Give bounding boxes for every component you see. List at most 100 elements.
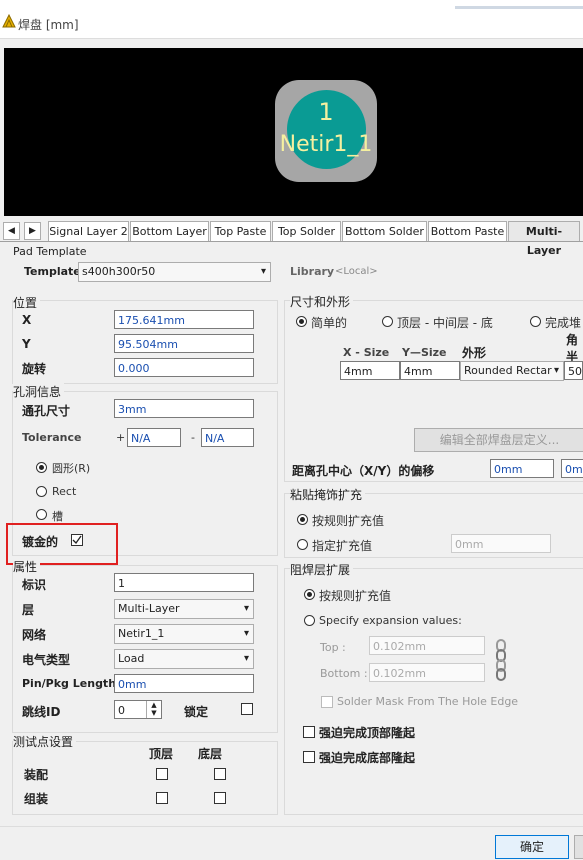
hole-round-radio[interactable] xyxy=(36,462,47,473)
shape-header: 外形 xyxy=(462,346,487,360)
fab-top-checkbox[interactable] xyxy=(156,792,168,804)
designator-label: 标识 xyxy=(22,578,47,592)
solder-specify-radio[interactable] xyxy=(304,615,315,626)
hole-slot-radio[interactable] xyxy=(36,509,47,520)
fab-bottom-checkbox[interactable] xyxy=(214,792,226,804)
solder-top-input[interactable]: 0.102mm xyxy=(369,636,485,655)
tolerance-minus-input[interactable]: N/A xyxy=(201,428,254,447)
chevron-down-icon: ▾ xyxy=(260,266,266,277)
spinner-arrows-icon[interactable]: ▲ ▼ xyxy=(146,701,161,718)
solder-rule-radio[interactable] xyxy=(304,589,315,600)
solder-rule-label: 按规则扩充值 xyxy=(319,589,392,603)
shape-full-label: 完成堆 xyxy=(545,316,582,330)
tab-bottom-solder[interactable]: Bottom Solder xyxy=(342,221,427,241)
library-label: Library xyxy=(290,265,335,278)
shape-simple-label: 简单的 xyxy=(311,316,348,330)
offset-y-input[interactable]: 0mm xyxy=(561,459,583,478)
tolerance-plus-sign: + xyxy=(116,431,126,444)
designator-input[interactable]: 1 xyxy=(114,573,254,592)
hole-group-label: 孔洞信息 xyxy=(13,383,65,400)
paste-rule-radio[interactable] xyxy=(297,514,308,525)
tolerance-plus-input[interactable]: N/A xyxy=(127,428,181,447)
pad-number: 1 xyxy=(318,98,334,126)
lock-label: 锁定 xyxy=(184,705,209,719)
hole-round-label: 圆形(R) xyxy=(52,462,91,475)
solder-specify-label: Specify expansion values: xyxy=(319,614,462,627)
chevron-down-icon: ▾ xyxy=(243,603,249,614)
assembly-bottom-checkbox[interactable] xyxy=(214,768,226,780)
chevron-down-icon: ▾ xyxy=(243,653,249,664)
tab-bottom-layer[interactable]: Bottom Layer xyxy=(130,221,209,241)
shape-simple-radio[interactable] xyxy=(296,316,307,327)
paste-value-input[interactable]: 0mm xyxy=(451,534,551,553)
chain-link-icon[interactable] xyxy=(495,639,507,681)
tab-signal-layer-2[interactable]: Signal Layer 2 xyxy=(48,221,129,241)
solder-bottom-input[interactable]: 0.102mm xyxy=(369,663,485,682)
ok-button[interactable]: 确定 xyxy=(495,835,569,859)
size-shape-group-label: 尺寸和外形 xyxy=(290,293,354,310)
testpoint-bottom-header: 底层 xyxy=(198,747,223,761)
library-value: <Local> xyxy=(335,266,378,277)
rotation-input[interactable]: 0.000 xyxy=(114,358,254,377)
tab-scroll-right-icon[interactable]: ▶ xyxy=(24,222,41,240)
hole-size-label: 通孔尺寸 xyxy=(22,404,71,418)
layer-select[interactable]: Multi-Layer ▾ xyxy=(114,599,254,619)
tab-multi-layer[interactable]: Multi-Layer xyxy=(508,221,580,257)
solder-bottom-label: Bottom : xyxy=(320,667,368,680)
tab-scroll-left-icon[interactable]: ◀ xyxy=(3,222,20,240)
shape-value: Rounded Rectar xyxy=(464,364,552,377)
chevron-down-icon: ▾ xyxy=(243,628,249,639)
shape-full-radio[interactable] xyxy=(530,316,541,327)
y-size-input[interactable]: 4mm xyxy=(400,361,460,380)
pad-tool-icon xyxy=(2,14,16,28)
tab-top-solder[interactable]: Top Solder xyxy=(272,221,341,241)
title-bar: 焊盘 [mm] xyxy=(0,0,583,39)
pin-length-label: Pin/Pkg Length xyxy=(22,677,117,690)
paste-group-label: 粘贴掩饰扩充 xyxy=(290,486,366,503)
paste-specify-radio[interactable] xyxy=(297,539,308,550)
shape-select[interactable]: Rounded Rectar ▾ xyxy=(460,361,564,381)
fabrication-label: 组装 xyxy=(24,792,49,806)
solder-from-hole-checkbox[interactable] xyxy=(321,696,333,708)
template-value: s400h300r50 xyxy=(82,265,156,278)
tab-bottom-paste[interactable]: Bottom Paste xyxy=(428,221,507,241)
y-label: Y xyxy=(22,337,31,351)
force-bottom-tent-checkbox[interactable] xyxy=(303,751,315,763)
layer-value: Multi-Layer xyxy=(118,602,180,615)
force-bottom-tent-label: 强迫完成底部隆起 xyxy=(319,751,416,765)
electrical-type-select[interactable]: Load ▾ xyxy=(114,649,254,669)
edit-all-layers-button[interactable]: 编辑全部焊盘层定义... xyxy=(414,428,583,452)
net-label: 网络 xyxy=(22,628,47,642)
tab-top-paste[interactable]: Top Paste xyxy=(210,221,271,241)
force-top-tent-checkbox[interactable] xyxy=(303,726,315,738)
tolerance-label: Tolerance xyxy=(22,431,82,444)
shape-tmb-label: 顶层 - 中间层 - 底 xyxy=(397,316,493,330)
offset-label: 距离孔中心（X/Y）的偏移 xyxy=(292,464,435,478)
lock-checkbox[interactable] xyxy=(241,703,253,715)
net-select[interactable]: Netir1_1 ▾ xyxy=(114,624,254,644)
chevron-down-icon: ▾ xyxy=(553,365,559,376)
hole-rect-radio[interactable] xyxy=(36,486,47,497)
shape-tmb-radio[interactable] xyxy=(382,316,393,327)
offset-x-input[interactable]: 0mm xyxy=(490,459,554,478)
pad-shape: 1 Netir1_1 xyxy=(275,80,377,182)
title-accent xyxy=(455,6,583,9)
y-input[interactable]: 95.504mm xyxy=(114,334,254,353)
window-title: 焊盘 [mm] xyxy=(18,18,79,32)
corner-input[interactable]: 50% xyxy=(564,361,583,380)
net-value: Netir1_1 xyxy=(118,627,165,640)
electrical-type-label: 电气类型 xyxy=(22,653,71,667)
layer-label: 层 xyxy=(22,603,35,617)
template-label: Template xyxy=(24,265,81,278)
properties-group-label: 属性 xyxy=(13,558,41,575)
solder-top-label: Top : xyxy=(320,641,346,654)
assembly-top-checkbox[interactable] xyxy=(156,768,168,780)
position-group-label: 位置 xyxy=(13,294,41,311)
x-input[interactable]: 175.641mm xyxy=(114,310,254,329)
pin-length-input[interactable]: 0mm xyxy=(114,674,254,693)
template-select[interactable]: s400h300r50 ▾ xyxy=(78,262,271,282)
cancel-button[interactable] xyxy=(574,835,583,859)
hole-rect-label: Rect xyxy=(52,485,77,498)
hole-size-input[interactable]: 3mm xyxy=(114,399,254,418)
x-size-input[interactable]: 4mm xyxy=(340,361,400,380)
